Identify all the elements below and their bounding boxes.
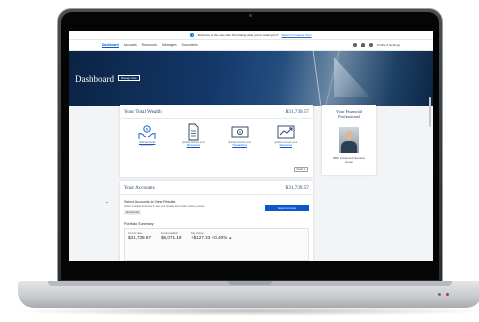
svg-text:$: $	[239, 131, 241, 135]
money-hands-icon: $	[138, 125, 156, 139]
nav-documents[interactable]: Documents	[182, 43, 198, 47]
sailboat-image	[334, 57, 370, 97]
advisor-head	[345, 131, 353, 140]
summary-day-change: Day change +$127.33 +0.40%▲	[191, 232, 232, 241]
page-title: Dashboard	[75, 74, 114, 84]
svg-text:$: $	[146, 127, 149, 132]
accounts-amount: $31,739.57	[285, 185, 309, 191]
all-accounts-chip[interactable]: All Accounts	[124, 210, 142, 215]
portfolio-summary: Current value $31,739.57 Funds available…	[124, 228, 309, 261]
chart-trend-icon	[277, 125, 295, 139]
portfolio-summary-title: Portfolio Summary	[124, 222, 154, 226]
manage-view-button[interactable]: Manage View	[118, 75, 140, 81]
webcam-dot	[249, 14, 252, 17]
advisor-photo	[339, 127, 359, 153]
nav-resources[interactable]: Resources	[142, 43, 157, 47]
accounts-title: Your Accounts	[124, 185, 155, 191]
divider	[120, 194, 313, 195]
select-accounts-button[interactable]: Select Accounts	[265, 205, 309, 211]
chevron-down-icon: ▾	[303, 168, 305, 171]
nav-dashboard[interactable]: Dashboard	[102, 43, 119, 48]
sailboat-mast	[312, 51, 323, 106]
advisor-title: Your Financial Professional	[322, 109, 376, 119]
tile-transactions[interactable]: $ Quickly access your Transactions	[217, 123, 263, 148]
accounts-subtitle: Select Accounts to View Results	[124, 200, 176, 204]
dashboard-hero: Dashboard Manage View	[69, 51, 433, 106]
status-light	[446, 293, 449, 296]
tile-resources[interactable]: Quickly access your Resources	[263, 123, 309, 148]
notification-bell-icon[interactable]	[360, 43, 365, 47]
arrow-up-icon: ▲	[228, 235, 233, 240]
laptop-base	[18, 281, 479, 308]
status-light	[438, 293, 441, 296]
document-icon	[188, 123, 199, 141]
advisor-body	[341, 141, 357, 153]
wealth-title: Your Total Wealth	[124, 109, 162, 115]
accounts-card: Your Accounts $31,739.57 Select Accounts…	[120, 181, 313, 261]
documents-link[interactable]: Documents	[187, 144, 200, 147]
banner-message: Welcome to the new site! Not finding wha…	[197, 33, 279, 37]
wealth-amount: $31,739.57	[285, 109, 309, 115]
advisor-title-line2: Professional	[338, 114, 360, 119]
summary-value: $6,071.19	[161, 235, 182, 240]
side-marker	[106, 202, 108, 203]
page-scrollbar[interactable]	[429, 97, 431, 127]
financial-professional-card: Your Financial Professional RBC Investme…	[322, 105, 376, 175]
summary-funds-available: Funds available $6,071.19	[161, 232, 181, 241]
summary-current-value: Current value $31,739.57	[128, 232, 151, 241]
lid-notch	[228, 281, 272, 285]
info-icon: i	[190, 33, 195, 37]
transactions-link[interactable]: Transactions	[232, 144, 247, 147]
classic-view-link[interactable]: Switch to Classic View	[282, 33, 312, 37]
tile-documents[interactable]: Quickly access your Documents	[170, 123, 216, 148]
nav-utilities: Profile & Settings	[352, 43, 400, 47]
top-navigation: Dashboard Accounts Resources Messages Do…	[69, 40, 433, 51]
notification-banner: i Welcome to the new site! Not finding w…	[69, 31, 433, 40]
nav-messages[interactable]: Messages	[162, 43, 177, 47]
detail-label: Detail	[296, 168, 303, 171]
user-icon[interactable]	[368, 43, 373, 47]
tile-total-accounts[interactable]: $ Total accounts $31,739.57	[124, 123, 170, 148]
cash-icon: $	[231, 126, 249, 138]
profile-menu[interactable]: Profile & Settings	[377, 43, 400, 47]
summary-value: $31,739.57	[128, 235, 151, 240]
laptop-screen: i Welcome to the new site! Not finding w…	[69, 31, 433, 261]
day-change-value: +$127.33 +0.40%	[191, 235, 228, 240]
tile-value: $31,739.57	[140, 144, 154, 148]
accounts-description: Select multiple accounts to see your det…	[124, 205, 205, 208]
advisor-name-line2: Group	[345, 159, 353, 164]
total-wealth-card: Your Total Wealth $31,739.57 $ Total acc…	[120, 105, 313, 177]
help-icon[interactable]	[352, 43, 357, 47]
resources-link[interactable]: Resources	[280, 144, 292, 147]
wealth-tiles: $ Total accounts $31,739.57 Quickly acce…	[124, 123, 309, 148]
summary-value: +$127.33 +0.40%▲	[191, 235, 232, 241]
nav-accounts[interactable]: Accounts	[124, 43, 137, 47]
detail-button[interactable]: Detail ▾	[293, 167, 308, 172]
advisor-name[interactable]: RBC Investment Services Group	[324, 156, 374, 164]
divider	[120, 118, 313, 119]
